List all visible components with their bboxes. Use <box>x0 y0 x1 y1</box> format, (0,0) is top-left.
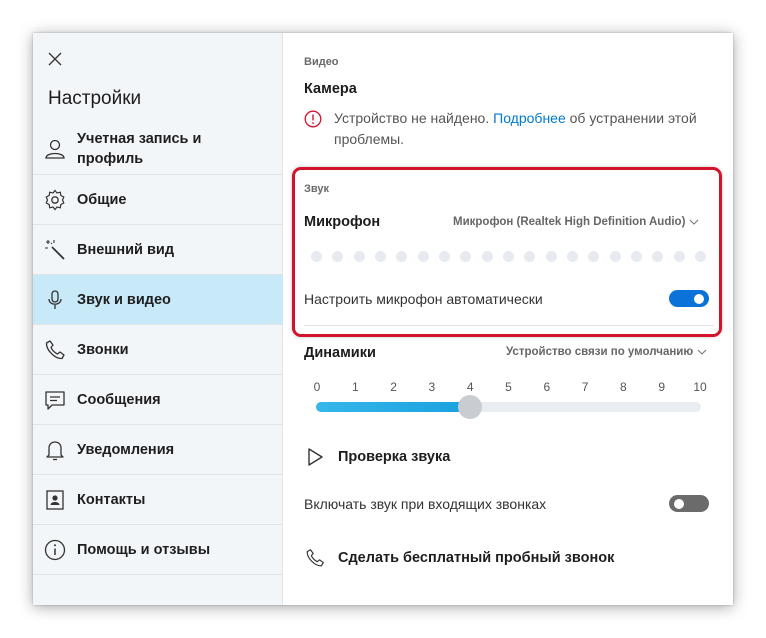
sidebar: Настройки Учетная запись и профиль Общие <box>33 33 283 605</box>
microphone-title: Микрофон <box>304 214 381 230</box>
toggle-knob <box>694 293 704 304</box>
warning-icon <box>304 110 322 128</box>
chevron-down-icon <box>690 219 699 225</box>
video-section-label: Видео <box>304 56 339 68</box>
level-dot <box>353 251 365 262</box>
sound-test-label: Проверка звука <box>338 449 451 465</box>
level-dot <box>460 251 472 262</box>
sidebar-item-account[interactable]: Учетная запись и профиль <box>33 124 283 175</box>
microphone-device-value: Микрофон (Realtek High Definition Audio) <box>453 216 686 228</box>
settings-window: Настройки Учетная запись и профиль Общие <box>33 33 733 605</box>
gear-icon <box>45 189 65 210</box>
microphone-level-meter <box>311 251 711 263</box>
divider <box>304 325 714 326</box>
volume-tick-label: 3 <box>428 380 436 394</box>
sidebar-title: Настройки <box>48 88 142 109</box>
sidebar-item-label: Помощь и отзывы <box>77 541 211 558</box>
person-icon <box>45 139 65 159</box>
level-dot <box>652 251 664 262</box>
play-icon <box>308 448 323 466</box>
microphone-device-dropdown[interactable]: Микрофон (Realtek High Definition Audio) <box>453 216 699 228</box>
volume-tick-label: 5 <box>505 380 512 394</box>
level-dot <box>524 251 536 262</box>
test-call-label: Сделать бесплатный пробный звонок <box>338 550 615 566</box>
speakers-device-value: Устройство связи по умолчанию <box>506 346 694 358</box>
volume-tick-label: 0 <box>313 380 321 394</box>
info-icon <box>44 539 66 560</box>
bell-icon <box>46 440 64 460</box>
contacts-icon <box>46 489 64 510</box>
microphone-icon <box>48 289 62 309</box>
warning-text: Устройство не найдено. Подробнее об устр… <box>334 108 724 150</box>
troubleshoot-link[interactable]: Подробнее <box>493 110 566 126</box>
level-dot <box>588 251 600 262</box>
volume-tick-label: 7 <box>581 380 589 394</box>
level-dot <box>673 251 685 262</box>
level-dot <box>396 251 408 262</box>
incoming-ring-label: Включать звук при входящих звонках <box>304 496 547 512</box>
chevron-down-icon <box>697 349 707 355</box>
phone-icon <box>45 339 65 359</box>
sidebar-item-label: Звонки <box>77 341 129 358</box>
level-dot <box>567 251 578 262</box>
test-call-button[interactable]: Сделать бесплатный пробный звонок <box>304 546 614 570</box>
slider-thumb[interactable] <box>457 395 482 419</box>
sidebar-item-label: Учетная запись и профиль <box>77 131 202 167</box>
level-dot <box>503 251 514 262</box>
speakers-device-dropdown[interactable]: Устройство связи по умолчанию <box>506 346 707 358</box>
camera-title: Камера <box>304 81 357 97</box>
phone-icon <box>306 549 324 567</box>
level-dot <box>439 251 450 262</box>
volume-tick-label: 2 <box>390 380 397 394</box>
volume-tick-label: 1 <box>351 380 359 394</box>
level-dot <box>375 251 386 262</box>
sidebar-item-label: Общие <box>77 191 127 208</box>
sidebar-item-audio-video[interactable]: Звук и видео <box>33 275 283 325</box>
level-dot <box>695 251 706 262</box>
warning-message: Устройство не найдено. <box>334 110 490 126</box>
settings-content: Видео Камера Устройство не найдено. Подр… <box>284 33 733 605</box>
slider-fill <box>316 402 470 412</box>
auto-adjust-label: Настроить микрофон автоматически <box>304 291 543 307</box>
toggle-knob <box>674 498 684 509</box>
volume-tick-label: 4 <box>466 380 474 394</box>
sidebar-item-label: Внешний вид <box>77 241 175 258</box>
level-dot <box>481 251 493 262</box>
sidebar-item-label: Сообщения <box>77 391 161 408</box>
level-dot <box>545 251 557 262</box>
sidebar-item-general[interactable]: Общие <box>33 175 283 225</box>
sidebar-item-label: Звук и видео <box>77 291 171 308</box>
sidebar-item-help[interactable]: Помощь и отзывы <box>33 525 283 575</box>
message-icon <box>45 390 65 410</box>
speakers-title: Динамики <box>304 345 376 361</box>
level-dot <box>332 251 344 262</box>
level-dot <box>417 251 429 262</box>
sidebar-item-contacts[interactable]: Контакты <box>33 475 283 525</box>
sound-test-button[interactable]: Проверка звука <box>304 445 450 469</box>
speaker-volume-slider[interactable] <box>316 395 701 419</box>
sidebar-item-appearance[interactable]: Внешний вид <box>33 225 283 275</box>
magic-wand-icon <box>45 239 65 260</box>
sidebar-item-calls[interactable]: Звонки <box>33 325 283 375</box>
sidebar-item-label: Уведомления <box>77 441 175 458</box>
sidebar-nav: Учетная запись и профиль Общие Внешний в… <box>33 124 283 575</box>
sidebar-item-label: Контакты <box>77 491 146 508</box>
volume-scale: 0 1 2 3 4 5 6 7 8 9 10 <box>309 380 709 396</box>
volume-tick-label: 8 <box>620 380 627 394</box>
sidebar-item-notifications[interactable]: Уведомления <box>33 425 283 475</box>
volume-tick-label: 6 <box>543 380 551 394</box>
level-dot <box>311 251 322 262</box>
level-dot <box>631 251 642 262</box>
close-icon[interactable] <box>45 49 65 69</box>
level-dot <box>609 251 621 262</box>
incoming-ring-toggle[interactable] <box>669 495 709 512</box>
volume-tick-label: 9 <box>658 380 666 394</box>
sound-section-label: Звук <box>304 183 330 195</box>
auto-adjust-toggle[interactable] <box>669 290 709 307</box>
sidebar-item-messages[interactable]: Сообщения <box>33 375 283 425</box>
volume-tick-label: 10 <box>693 380 707 394</box>
